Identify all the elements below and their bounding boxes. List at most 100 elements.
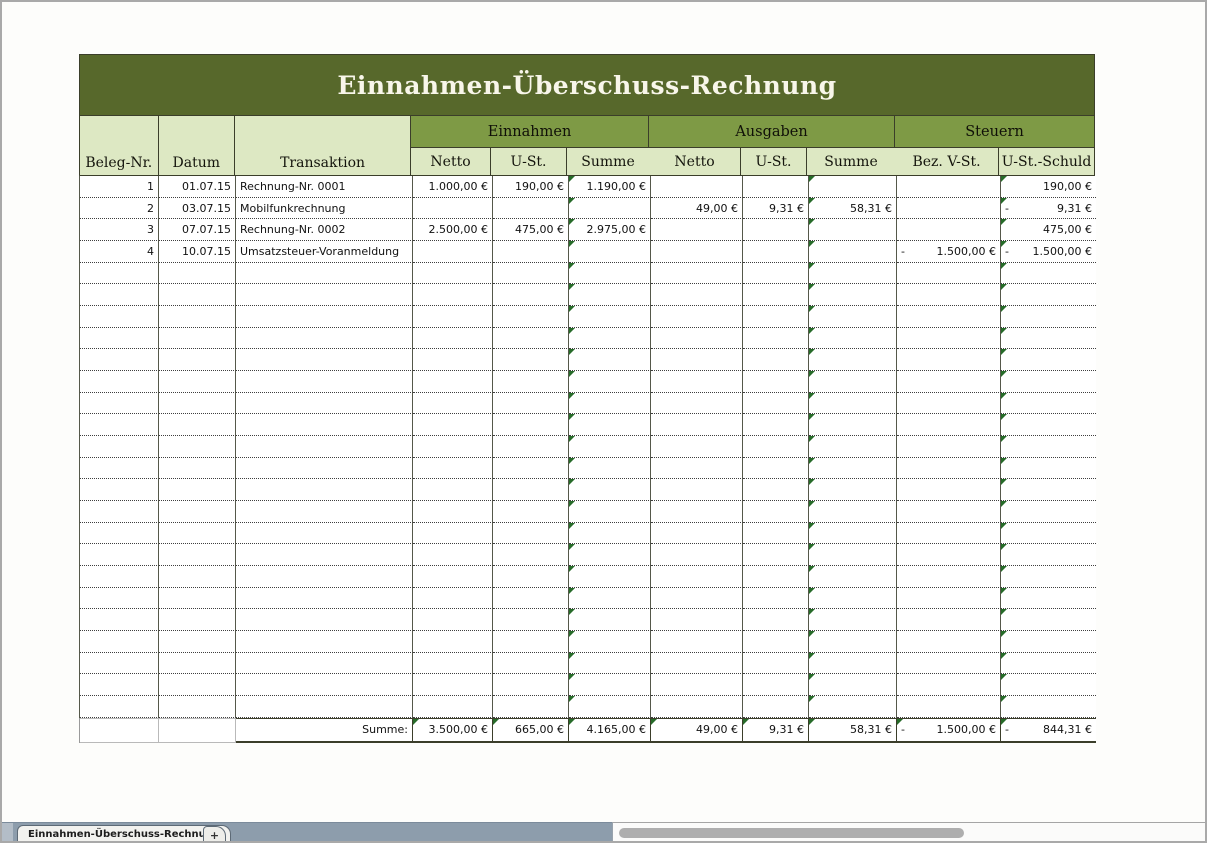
cell-e_netto[interactable]	[413, 696, 493, 718]
cell-a_netto[interactable]	[651, 306, 743, 328]
cell-ust_schuld[interactable]	[1001, 263, 1096, 285]
cell-e_ust[interactable]	[493, 501, 569, 523]
cell-bez_vst[interactable]	[897, 436, 1001, 458]
cell-ust_schuld[interactable]	[1001, 674, 1096, 696]
cell-e_summe[interactable]	[569, 414, 651, 436]
cell-e_netto[interactable]	[413, 588, 493, 610]
cell-bez_vst[interactable]	[897, 653, 1001, 675]
cell-a_summe[interactable]	[809, 349, 897, 371]
cell-a_summe[interactable]: 58,31 €	[809, 198, 897, 220]
cell-e_ust[interactable]	[493, 479, 569, 501]
cell-datum[interactable]	[159, 436, 236, 458]
cell-a_summe[interactable]	[809, 371, 897, 393]
cell-nr[interactable]	[80, 458, 159, 480]
cell-a_ust[interactable]	[743, 653, 809, 675]
cell-ust_schuld[interactable]	[1001, 349, 1096, 371]
cell-bez_vst[interactable]	[897, 523, 1001, 545]
cell-nr[interactable]	[80, 501, 159, 523]
cell-transaktion[interactable]	[236, 349, 413, 371]
cell-transaktion[interactable]	[236, 631, 413, 653]
cell-ust_schuld[interactable]	[1001, 588, 1096, 610]
cell-e_netto[interactable]	[413, 306, 493, 328]
cell-a_ust[interactable]	[743, 479, 809, 501]
cell-transaktion[interactable]	[236, 284, 413, 306]
cell-e_ust[interactable]	[493, 436, 569, 458]
cell-a_ust[interactable]	[743, 328, 809, 350]
cell-e_ust[interactable]	[493, 458, 569, 480]
cell-a_netto[interactable]	[651, 609, 743, 631]
total-a_ust[interactable]: 9,31 €	[743, 718, 809, 743]
cell-a_ust[interactable]	[743, 241, 809, 263]
cell-transaktion[interactable]	[236, 696, 413, 718]
cell-a_ust[interactable]	[743, 393, 809, 415]
cell-bez_vst[interactable]	[897, 219, 1001, 241]
cell-transaktion[interactable]	[236, 588, 413, 610]
cell-e_ust[interactable]	[493, 653, 569, 675]
cell-bez_vst[interactable]	[897, 588, 1001, 610]
cell-a_netto[interactable]	[651, 566, 743, 588]
cell-e_summe[interactable]: 1.190,00 €	[569, 176, 651, 198]
cell-ust_schuld[interactable]: -1.500,00 €	[1001, 241, 1096, 263]
cell-transaktion[interactable]	[236, 653, 413, 675]
cell-ust_schuld[interactable]	[1001, 631, 1096, 653]
group-header-einnahmen[interactable]: Einnahmen	[411, 116, 649, 148]
cell-transaktion[interactable]	[236, 501, 413, 523]
cell-ust_schuld[interactable]	[1001, 523, 1096, 545]
header-bez-vst[interactable]: Bez. V-St.	[895, 148, 999, 175]
cell-transaktion[interactable]	[236, 414, 413, 436]
cell-transaktion[interactable]: Rechnung-Nr. 0002	[236, 219, 413, 241]
cell-datum[interactable]	[159, 349, 236, 371]
cell-ust_schuld[interactable]	[1001, 371, 1096, 393]
total-bez_vst[interactable]: -1.500,00 €	[897, 718, 1001, 743]
cell-datum[interactable]	[159, 501, 236, 523]
cell-nr[interactable]	[80, 588, 159, 610]
cell-ust_schuld[interactable]	[1001, 306, 1096, 328]
cell-ust_schuld[interactable]	[1001, 328, 1096, 350]
cell-e_netto[interactable]	[413, 501, 493, 523]
cell-ust_schuld[interactable]	[1001, 609, 1096, 631]
cell-transaktion[interactable]	[236, 458, 413, 480]
cell-nr[interactable]	[80, 436, 159, 458]
cell-datum[interactable]	[159, 653, 236, 675]
cell-datum[interactable]	[159, 609, 236, 631]
cell-e_netto[interactable]	[413, 414, 493, 436]
cell-a_ust[interactable]	[743, 501, 809, 523]
cell-e_netto[interactable]	[413, 284, 493, 306]
cell-e_summe[interactable]	[569, 198, 651, 220]
cell-e_ust[interactable]	[493, 674, 569, 696]
cell-e_summe[interactable]	[569, 653, 651, 675]
cell-a_summe[interactable]	[809, 696, 897, 718]
cell-e_ust[interactable]	[493, 609, 569, 631]
cell-datum[interactable]	[159, 306, 236, 328]
cell-e_summe[interactable]	[569, 349, 651, 371]
cell-bez_vst[interactable]	[897, 328, 1001, 350]
total-datum[interactable]	[159, 718, 236, 743]
cell-e_ust[interactable]	[493, 328, 569, 350]
cell-a_summe[interactable]	[809, 263, 897, 285]
cell-e_ust[interactable]: 190,00 €	[493, 176, 569, 198]
cell-ust_schuld[interactable]	[1001, 479, 1096, 501]
cell-nr[interactable]	[80, 696, 159, 718]
cell-e_netto[interactable]	[413, 263, 493, 285]
cell-transaktion[interactable]	[236, 436, 413, 458]
cell-bez_vst[interactable]	[897, 631, 1001, 653]
cell-a_netto[interactable]	[651, 241, 743, 263]
cell-e_summe[interactable]	[569, 436, 651, 458]
cell-a_ust[interactable]	[743, 674, 809, 696]
cell-ust_schuld[interactable]	[1001, 544, 1096, 566]
cell-e_summe[interactable]	[569, 674, 651, 696]
cell-e_summe[interactable]	[569, 501, 651, 523]
cell-e_netto[interactable]	[413, 436, 493, 458]
cell-a_netto[interactable]	[651, 458, 743, 480]
cell-transaktion[interactable]	[236, 523, 413, 545]
cell-a_ust[interactable]	[743, 566, 809, 588]
cell-transaktion[interactable]	[236, 328, 413, 350]
scrollbar-thumb[interactable]	[619, 828, 964, 838]
cell-datum[interactable]	[159, 414, 236, 436]
cell-e_summe[interactable]	[569, 393, 651, 415]
cell-nr[interactable]: 1	[80, 176, 159, 198]
cell-nr[interactable]	[80, 414, 159, 436]
cell-ust_schuld[interactable]	[1001, 414, 1096, 436]
cell-nr[interactable]	[80, 328, 159, 350]
cell-a_summe[interactable]	[809, 176, 897, 198]
